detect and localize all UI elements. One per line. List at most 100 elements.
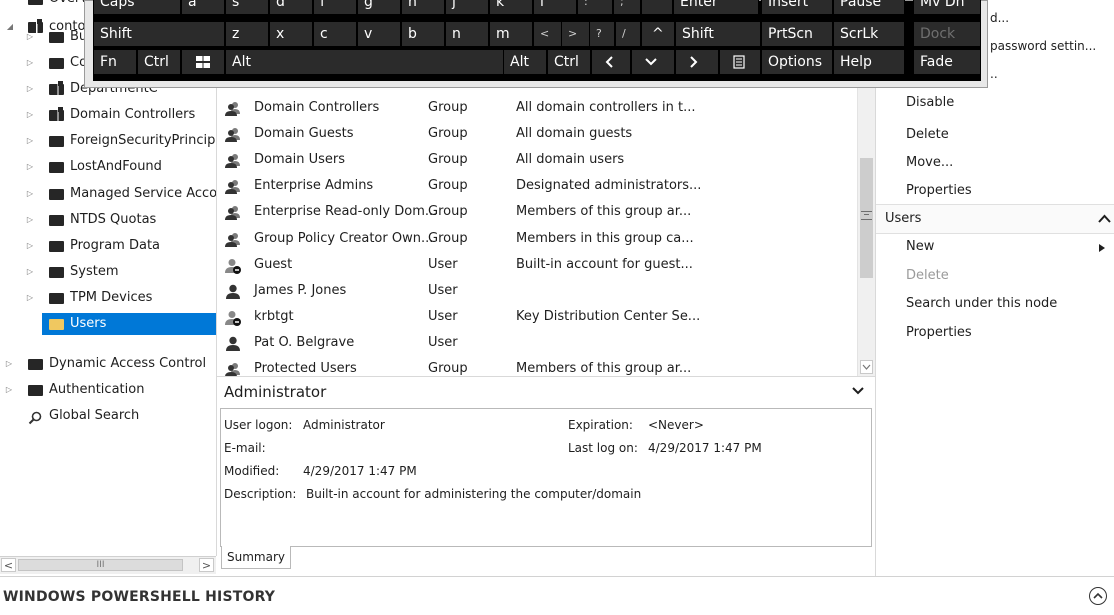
key-ctrl[interactable]: Ctrl xyxy=(137,49,181,75)
key-n[interactable]: n xyxy=(445,21,489,47)
details-header[interactable]: Administrator xyxy=(217,376,875,407)
expand-arrow-icon[interactable]: ▷ xyxy=(4,378,14,402)
table-row[interactable]: James P. Jones User xyxy=(217,278,857,304)
key-dock[interactable]: Dock xyxy=(913,21,981,47)
tree-item-managed-service-accoun[interactable]: ▷ Managed Service Accoun xyxy=(0,182,216,206)
key-fade[interactable]: Fade xyxy=(913,49,981,75)
expand-button[interactable] xyxy=(1089,587,1107,605)
powershell-history-bar[interactable]: WINDOWS POWERSHELL HISTORY xyxy=(0,576,1114,615)
key-g[interactable]: g xyxy=(357,0,401,15)
expand-arrow-icon[interactable]: ▷ xyxy=(25,103,35,127)
key-sym[interactable] xyxy=(591,49,631,75)
task-delete[interactable]: Delete xyxy=(906,127,949,142)
chevron-up-icon[interactable] xyxy=(1098,214,1111,224)
key-f[interactable]: f xyxy=(313,0,357,15)
key-ctrl[interactable]: Ctrl xyxy=(547,49,591,75)
users-task-search-under-this-node[interactable]: Search under this node xyxy=(906,296,1057,311)
tree-item-users[interactable]: Users xyxy=(0,312,216,336)
key-prtscn[interactable]: PrtScn xyxy=(761,21,833,47)
expand-arrow-icon[interactable]: ▷ xyxy=(25,51,35,75)
key-sym[interactable]: / xyxy=(615,21,641,47)
expand-arrow-icon[interactable]: ▷ xyxy=(25,286,35,310)
key-z[interactable]: z xyxy=(225,21,269,47)
tree-item-domain-controllers[interactable]: ▷ Domain Controllers xyxy=(0,103,216,127)
expand-arrow-icon[interactable]: ▷ xyxy=(25,208,35,232)
tree-item-foreignsecurityprincipals[interactable]: ▷ ForeignSecurityPrincipals xyxy=(0,129,216,153)
expand-arrow-icon[interactable]: ▷ xyxy=(4,352,14,376)
key-v[interactable]: v xyxy=(357,21,401,47)
key-l[interactable]: l xyxy=(533,0,577,15)
key-sym[interactable]: ^ xyxy=(641,21,675,47)
expand-arrow-icon[interactable]: ▷ xyxy=(25,260,35,284)
table-row[interactable]: Group Policy Creator Own... Group Members … xyxy=(217,226,857,252)
key-alt[interactable]: Alt xyxy=(503,49,547,75)
key-sym[interactable]: ? xyxy=(589,21,615,47)
table-row[interactable]: Enterprise Read-only Dom... Group Members … xyxy=(217,199,857,225)
key-a[interactable]: a xyxy=(181,0,225,15)
key-sym[interactable]: ' xyxy=(641,0,673,15)
key-fn[interactable]: Fn xyxy=(93,49,137,75)
tree-item-tpm-devices[interactable]: ▷ TPM Devices xyxy=(0,286,216,310)
task-partial-2[interactable]: password settin... xyxy=(990,39,1096,53)
task-partial-1[interactable]: d... xyxy=(990,11,1009,25)
key-sym[interactable] xyxy=(675,49,719,75)
key-shift[interactable]: Shift xyxy=(93,21,225,47)
table-row[interactable]: Pat O. Belgrave User xyxy=(217,330,857,356)
key-c[interactable]: c xyxy=(313,21,357,47)
table-row[interactable]: Enterprise Admins Group Designated adminis… xyxy=(217,173,857,199)
key-sym[interactable]: ; xyxy=(613,0,641,15)
key-caps[interactable]: Caps xyxy=(93,0,181,15)
key-menu[interactable] xyxy=(719,49,761,75)
key-x[interactable]: x xyxy=(269,21,313,47)
key-b[interactable]: b xyxy=(401,21,445,47)
task-disable[interactable]: Disable xyxy=(906,95,954,110)
expand-arrow-icon[interactable]: ▷ xyxy=(25,77,35,101)
key-enter[interactable]: Enter xyxy=(673,0,759,15)
table-row[interactable]: Domain Users Group All domain users xyxy=(217,147,857,173)
tree-item-system[interactable]: ▷ System xyxy=(0,260,216,284)
tree-item-program-data[interactable]: ▷ Program Data xyxy=(0,234,216,258)
scroll-right-button[interactable]: > xyxy=(199,558,214,572)
key-j[interactable]: j xyxy=(445,0,489,15)
key-options[interactable]: Options xyxy=(761,49,833,75)
task-partial-3[interactable]: .. xyxy=(990,67,998,81)
task-properties[interactable]: Properties xyxy=(906,183,972,198)
users-task-new[interactable]: New xyxy=(906,239,934,254)
key-m[interactable]: m xyxy=(489,21,533,47)
table-row[interactable]: Domain Guests Group All domain guests xyxy=(217,121,857,147)
table-row[interactable]: Guest User Built-in account for guest... xyxy=(217,252,857,278)
tree-item-ntds-quotas[interactable]: ▷ NTDS Quotas xyxy=(0,208,216,232)
key-insert[interactable]: Insert xyxy=(761,0,833,15)
key-pause[interactable]: Pause xyxy=(833,0,905,15)
scroll-thumb[interactable]: III xyxy=(18,559,183,571)
tree-horizontal-scrollbar[interactable]: < III > xyxy=(0,556,216,574)
table-row[interactable]: Protected Users Group Members of this grou… xyxy=(217,356,857,376)
key-alt[interactable]: Alt xyxy=(225,49,505,75)
key-help[interactable]: Help xyxy=(833,49,905,75)
key-shift[interactable]: Shift xyxy=(675,21,761,47)
expand-arrow-icon[interactable]: ▷ xyxy=(25,155,35,179)
scroll-left-button[interactable]: < xyxy=(1,558,16,572)
users-task-properties[interactable]: Properties xyxy=(906,325,972,340)
tree-item-lostandfound[interactable]: ▷ LostAndFound xyxy=(0,155,216,179)
key-mvdn[interactable]: Mv Dn xyxy=(913,0,981,15)
task-move[interactable]: Move... xyxy=(906,155,953,170)
expand-arrow-icon[interactable]: ▷ xyxy=(25,182,35,206)
tab-summary[interactable]: Summary xyxy=(221,546,291,569)
key-v[interactable] xyxy=(631,49,675,75)
expand-arrow-icon[interactable]: ▷ xyxy=(25,234,35,258)
expand-arrow-icon[interactable]: ▷ xyxy=(25,25,35,49)
table-row[interactable]: krbtgt User Key Distribution Center Se... xyxy=(217,304,857,330)
expand-arrow-icon[interactable]: ▷ xyxy=(25,129,35,153)
scroll-down-button[interactable] xyxy=(860,360,873,374)
key-scrlk[interactable]: ScrLk xyxy=(833,21,905,47)
key-s[interactable]: s xyxy=(225,0,269,15)
chevron-down-icon[interactable] xyxy=(851,385,865,397)
key-h[interactable]: h xyxy=(401,0,445,15)
key-windows[interactable] xyxy=(181,49,225,75)
users-section-header[interactable]: Users xyxy=(876,204,1114,234)
key-k[interactable]: k xyxy=(489,0,533,15)
key-d[interactable]: d xyxy=(269,0,313,15)
key-sym[interactable]: : xyxy=(577,0,613,15)
table-row[interactable]: Domain Controllers Group All domain contro… xyxy=(217,95,857,121)
